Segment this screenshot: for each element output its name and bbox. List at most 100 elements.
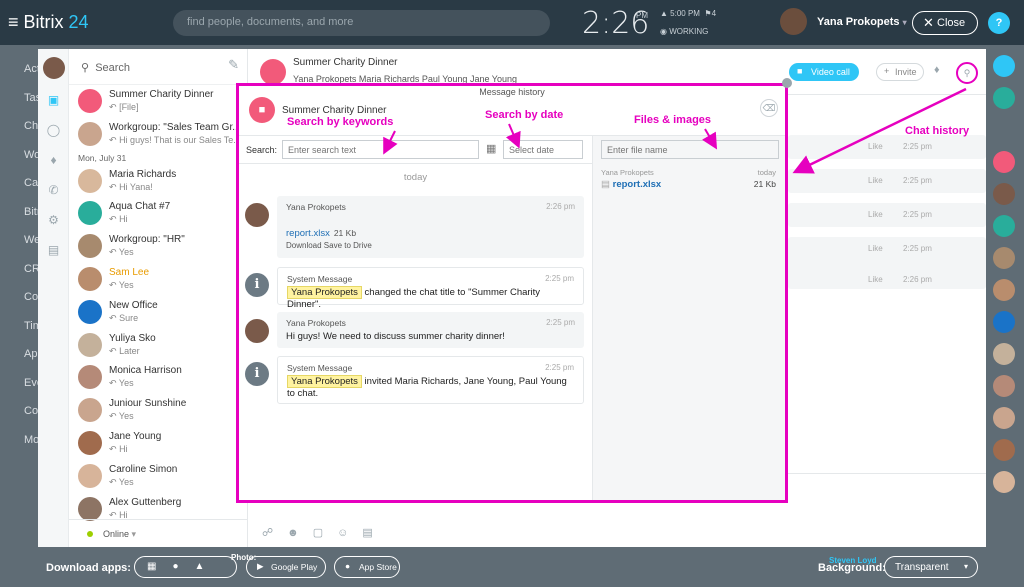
rail-avatar[interactable] (993, 151, 1015, 173)
chat-title[interactable]: Summer Charity Dinner (293, 57, 397, 68)
date-input[interactable] (503, 140, 583, 159)
recent-chat-item[interactable]: Aqua Chat #7 ↶ Hi (69, 197, 247, 230)
notifications-icon[interactable]: ♦ (38, 145, 69, 175)
history-message: System Message 2:25 pm Yana Prokopets in… (277, 356, 584, 404)
annotation-keywords: Search by keywords (287, 116, 394, 128)
search-text-input[interactable] (282, 140, 479, 159)
recent-chat-item[interactable]: Yuliya Sko ↶ Later (69, 329, 247, 362)
bell-icon[interactable]: ♦ (934, 64, 940, 76)
background-menu-item[interactable]: Bitr (0, 188, 41, 218)
my-avatar[interactable] (43, 57, 65, 79)
notes-icon[interactable]: ▤ (38, 235, 69, 265)
close-button[interactable]: ✕ Close (912, 11, 978, 35)
recent-chat-item[interactable]: Juniour Sunshine ↶ Yes (69, 394, 247, 427)
work-status[interactable]: ◉ WORKING (660, 27, 708, 36)
recent-chat-item[interactable]: Workgroup: "Sales Team Gr... ↶ Hi guys! T… (69, 118, 247, 151)
background-menu-item[interactable]: Cal (0, 159, 41, 189)
chats-icon[interactable]: ▣ (38, 85, 69, 115)
recent-chat-item[interactable]: Maria Richards ↶ Hi Yana! (69, 165, 247, 198)
file-name-input[interactable] (601, 140, 779, 159)
chat-history-button[interactable]: ⚲ (956, 62, 978, 84)
smile-icon[interactable]: ☺ (337, 527, 362, 539)
background-menu-item[interactable]: Wo (0, 131, 40, 161)
recent-search[interactable]: ⚲ Search ✎ (69, 49, 247, 85)
alarm-time[interactable]: ▲ 5:00 PM ⚑4 (660, 9, 716, 18)
settings-gear-icon[interactable]: ⚙ (38, 205, 69, 235)
file-name[interactable]: ▤ report.xlsx (601, 179, 777, 190)
reply-icon: ↶ (109, 247, 117, 258)
background-menu-item[interactable]: Ap (0, 330, 38, 360)
phone-icon[interactable]: ✆ (38, 175, 69, 205)
file-actions[interactable]: Download Save to Drive (286, 241, 575, 250)
recent-chat-item[interactable]: Summer Charity Dinner ↶ [File] (69, 85, 247, 118)
rail-avatar[interactable] (993, 215, 1015, 237)
rail-avatar[interactable] (993, 247, 1015, 269)
rail-avatar[interactable] (993, 311, 1015, 333)
recent-chat-item[interactable]: Workgroup: "HR" ↶ Yes (69, 230, 247, 263)
online-status[interactable]: Online ▾ (69, 519, 248, 547)
attach-icon[interactable]: ☍ (262, 527, 287, 539)
background-menu-item[interactable]: Mo (0, 416, 39, 446)
background-select[interactable]: Transparent ▾ (884, 556, 978, 578)
invite-button[interactable]: + Invite (876, 63, 924, 81)
background-menu-item[interactable]: CR (0, 245, 40, 275)
document-icon[interactable]: ▤ (362, 527, 386, 539)
background-menu-item[interactable]: Cha (0, 102, 44, 132)
history-search-bar: Search: ▦ (239, 136, 592, 164)
background-menu-item[interactable]: Tas (0, 74, 41, 104)
bitrix-logo[interactable]: ≡ Bitrix 24 (8, 12, 89, 33)
last-message: ↶ Hi (109, 443, 128, 454)
google-play-button[interactable]: ▶ Google Play (246, 556, 326, 578)
recent-chat-item[interactable]: Caroline Simon ↶ Yes (69, 460, 247, 493)
rail-avatar[interactable] (993, 471, 1015, 493)
rail-avatar[interactable] (993, 343, 1015, 365)
chat-name: Yuliya Sko (109, 332, 156, 344)
calendar-icon[interactable]: ▦ (486, 142, 496, 155)
file-item[interactable]: Yana Prokopets today ▤ report.xlsx 21 Kb (593, 164, 785, 190)
file-link[interactable]: report.xlsx 21 Kb (286, 228, 575, 239)
rail-avatar[interactable] (993, 183, 1015, 205)
menu-icon[interactable]: ≡ (8, 12, 19, 32)
recent-chat-item[interactable]: Monica Harrison ↶ Yes (69, 361, 247, 394)
history-files-pane: Yana Prokopets today ▤ report.xlsx 21 Kb (592, 136, 785, 500)
rail-search-icon[interactable] (993, 119, 1015, 141)
background-menu-item[interactable]: Act (0, 45, 40, 75)
rail-avatar[interactable] (993, 407, 1015, 429)
background-menu-item[interactable]: Eve (0, 359, 43, 389)
rail-group-icon[interactable] (993, 87, 1015, 109)
rail-avatar[interactable] (993, 439, 1015, 461)
openlines-icon[interactable]: ◯ (38, 115, 69, 145)
background-menu-item[interactable]: Co (0, 387, 38, 417)
background-menu-item[interactable]: We (0, 216, 40, 246)
avatar (78, 365, 102, 390)
message-text: Yana Prokopets invited Maria Richards, J… (287, 375, 567, 399)
command-icon[interactable]: ▢ (313, 527, 337, 539)
background-menu-item[interactable]: Co (0, 273, 38, 303)
rail-chat-icon[interactable] (993, 55, 1015, 77)
trash-icon[interactable]: ⌫ (760, 99, 778, 117)
person-icon[interactable]: ☻ (287, 527, 313, 539)
user-mention[interactable]: Yana Prokopets (287, 375, 362, 388)
app-store-button[interactable]: ● App Store (334, 556, 400, 578)
avatar (78, 463, 102, 488)
chevron-down-icon: ▾ (963, 562, 968, 571)
recent-chat-item[interactable]: New Office ↶ Sure (69, 296, 247, 329)
user-name[interactable]: Yana Prokopets ▾ (817, 16, 907, 28)
modal-close-dot[interactable] (782, 78, 792, 88)
new-chat-icon[interactable]: ✎ (228, 57, 239, 73)
desktop-apps-buttons[interactable]: ▦●▲ (134, 556, 237, 578)
avatar (78, 496, 102, 521)
user-avatar[interactable] (780, 8, 807, 35)
reply-icon: ↶ (109, 312, 117, 323)
global-search-input[interactable]: find people, documents, and more (173, 10, 550, 36)
message-author: Yana Prokopets (286, 318, 346, 328)
help-button[interactable]: ? (988, 12, 1010, 34)
rail-avatar[interactable] (993, 279, 1015, 301)
user-mention[interactable]: Yana Prokopets (287, 286, 362, 299)
rail-avatar[interactable] (993, 375, 1015, 397)
reply-icon: ↶ (109, 411, 117, 422)
recent-chat-item[interactable]: Jane Young ↶ Hi (69, 427, 247, 460)
video-call-button[interactable]: ■ Video call (789, 63, 859, 81)
background-menu-item[interactable]: Tim (0, 302, 42, 332)
recent-chat-item[interactable]: Sam Lee ↶ Yes (69, 263, 247, 296)
